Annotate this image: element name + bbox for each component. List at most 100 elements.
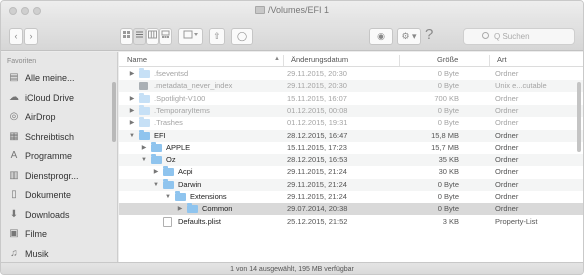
sidebar-scrollbar[interactable] <box>112 82 116 142</box>
disclosure-expanded-icon[interactable]: ▼ <box>140 154 148 166</box>
file-name: .Trashes <box>154 118 183 128</box>
file-name: Acpi <box>178 167 193 177</box>
arrange-icon <box>183 30 198 39</box>
table-row[interactable]: ▶ .TemporaryItems 01.12.2015, 00:08 0 Byte O… <box>119 104 583 117</box>
sidebar-item-label: Alle meine... <box>25 73 75 83</box>
file-name: APPLE <box>166 142 191 152</box>
cloud-icon: ☁ <box>9 91 19 103</box>
file-date: 29.11.2015, 21:24 <box>287 179 347 189</box>
file-kind: Ordner <box>495 69 519 78</box>
folder-icon <box>187 203 198 214</box>
table-row[interactable]: ▼ Darwin 29.11.2015, 21:24 0 Byte Ordner <box>119 178 583 191</box>
disclosure-collapsed-icon[interactable]: ▶ <box>176 203 184 215</box>
column-header-date[interactable]: Änderungsdatum <box>291 55 348 64</box>
view-columns-button[interactable] <box>146 28 159 45</box>
column-header-size[interactable]: Größe <box>437 55 458 64</box>
file-kind: Ordner <box>495 93 519 103</box>
disclosure-expanded-icon[interactable]: ▼ <box>164 191 172 203</box>
file-date: 29.11.2015, 21:24 <box>287 167 347 177</box>
search-field[interactable]: Q Suchen <box>463 28 575 45</box>
disclosure-expanded-icon[interactable]: ▼ <box>152 179 160 191</box>
file-date: 28.12.2015, 16:53 <box>287 155 348 165</box>
file-size: 0 Byte <box>437 179 459 189</box>
search-placeholder: Q Suchen <box>494 32 530 41</box>
folder-icon <box>163 178 174 189</box>
documents-icon: ▯ <box>11 189 17 200</box>
table-row[interactable]: ▼ EFI 28.12.2015, 16:47 15,8 MB Ordner <box>119 129 583 142</box>
document-icon <box>163 216 172 227</box>
file-kind: Ordner <box>495 130 519 140</box>
disclosure-collapsed-icon[interactable]: ▶ <box>152 166 160 178</box>
view-list-button[interactable] <box>133 28 146 45</box>
table-row[interactable]: ▶ Acpi 29.11.2015, 21:24 30 KB Ordner <box>119 166 583 178</box>
quicklook-button[interactable]: ◉ <box>369 28 393 45</box>
table-row[interactable]: ▶ Common 29.07.2014, 20:38 0 Byte Ordner <box>119 203 583 216</box>
folder-icon <box>139 117 150 128</box>
folder-icon <box>139 92 150 103</box>
file-name: .TemporaryItems <box>154 105 210 115</box>
disclosure-collapsed-icon[interactable]: ▶ <box>140 142 148 154</box>
sidebar-item[interactable]: A Programme <box>1 147 115 166</box>
file-kind: Property-List <box>495 216 538 226</box>
action-menu-button[interactable]: ⚙ ▾ <box>397 28 421 45</box>
file-kind: Ordner <box>495 192 519 201</box>
window-title-text: /Volumes/EFI 1 <box>267 5 330 15</box>
downloads-icon: ⬇ <box>9 208 19 220</box>
file-size: 3 KB <box>442 216 459 226</box>
file-date: 29.11.2015, 20:30 <box>287 69 347 78</box>
all-files-icon: ▤ <box>9 72 19 83</box>
table-row[interactable]: ▼ Extensions 29.11.2015, 21:24 0 Byte Ordner <box>119 191 583 203</box>
view-icons-button[interactable] <box>120 28 133 45</box>
disclosure-collapsed-icon[interactable]: ▶ <box>128 68 136 80</box>
sidebar-item[interactable]: ⬇ Downloads <box>1 206 115 225</box>
sidebar-item-label: AirDrop <box>25 112 56 122</box>
sidebar-item[interactable]: ◎ AirDrop <box>1 108 115 127</box>
table-row[interactable]: ▶ .Trashes 01.12.2015, 19:31 0 Byte Ordner <box>119 117 583 129</box>
file-kind: Ordner <box>495 105 519 115</box>
table-row[interactable]: ▶ APPLE 15.11.2015, 17:23 15,7 MB Ordner <box>119 141 583 154</box>
file-name: EFI <box>154 130 166 140</box>
share-button[interactable]: ⇧ <box>209 28 225 45</box>
sidebar-item[interactable]: ▤ Alle meine... <box>1 69 115 88</box>
sidebar-item[interactable]: ▣ Filme <box>1 225 115 244</box>
file-name: Common <box>202 204 233 214</box>
column-header-kind[interactable]: Art <box>497 55 507 64</box>
view-gallery-button[interactable] <box>159 28 172 45</box>
file-kind: Ordner <box>495 167 519 177</box>
disclosure-collapsed-icon[interactable]: ▶ <box>128 105 136 117</box>
airdrop-icon: ◎ <box>9 111 19 122</box>
disclosure-collapsed-icon[interactable]: ▶ <box>128 93 136 105</box>
utilities-icon: ▥ <box>9 169 19 181</box>
sidebar-item[interactable]: ▦ Schreibtisch <box>1 128 115 147</box>
forward-button[interactable]: › <box>24 28 38 45</box>
sidebar-item[interactable]: ♫ Musik <box>1 245 115 264</box>
folder-icon <box>151 154 162 165</box>
help-icon[interactable]: ? <box>425 26 433 43</box>
sidebar-item[interactable]: ☁ iCloud Drive <box>1 89 115 108</box>
table-row[interactable]: .metadata_never_index 29.11.2015, 20:30 0 … <box>119 80 583 93</box>
file-date: 15.11.2015, 17:23 <box>287 142 347 152</box>
back-button[interactable]: ‹ <box>9 28 23 45</box>
list-scrollbar[interactable] <box>577 82 581 152</box>
disk-icon <box>254 6 265 14</box>
sidebar-item[interactable]: ▥ Dienstprogr... <box>1 167 115 186</box>
file-size: 0 Byte <box>437 204 459 214</box>
table-row[interactable]: ▼ Oz 28.12.2015, 16:53 35 KB Ordner <box>119 154 583 167</box>
table-row[interactable]: Defaults.plist 25.12.2015, 21:52 3 KB Prope… <box>119 216 583 228</box>
table-row[interactable]: ▶ .Spotlight-V100 15.11.2015, 16:07 700 KB O… <box>119 92 583 105</box>
file-name: Darwin <box>178 179 202 189</box>
table-row[interactable]: ▶ .fseventsd 29.11.2015, 20:30 0 Byte Ordner <box>119 68 583 80</box>
arrange-button[interactable] <box>178 28 203 45</box>
sidebar-item[interactable]: ▯ Dokumente <box>1 186 115 205</box>
disclosure-collapsed-icon[interactable]: ▶ <box>128 117 136 129</box>
disclosure-expanded-icon[interactable]: ▼ <box>128 130 136 142</box>
applications-icon: A <box>10 150 18 161</box>
tag-button[interactable]: ◯ <box>231 28 253 45</box>
file-date: 29.11.2015, 21:24 <box>287 192 347 201</box>
file-kind: Ordner <box>495 142 519 152</box>
file-size: 15,7 MB <box>431 142 459 152</box>
sidebar-item-label: Schreibtisch <box>25 131 75 142</box>
column-header-name[interactable]: Name <box>127 55 147 64</box>
sidebar-item-label: Programme <box>25 151 73 161</box>
file-kind: Ordner <box>495 155 519 165</box>
